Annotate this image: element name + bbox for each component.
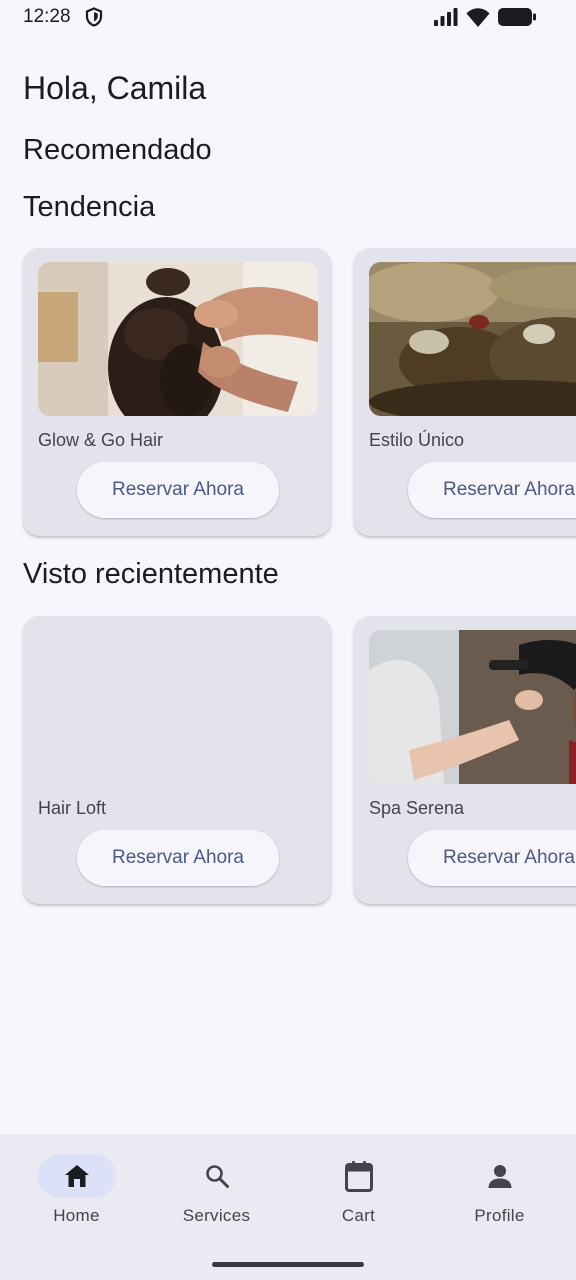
nav-label: Services (182, 1206, 251, 1225)
nav-item-home[interactable]: Home (6, 1134, 147, 1244)
book-now-button[interactable]: Reservar Ahora (408, 830, 576, 886)
salon-image (369, 630, 576, 784)
book-now-button[interactable]: Reservar Ahora (77, 830, 279, 886)
salon-image (38, 262, 318, 416)
status-bar: 12:28 (0, 0, 576, 34)
recent-carousel[interactable]: Hair Loft Reservar Ahora Spa Serena Rese… (0, 616, 576, 916)
person-icon (488, 1165, 511, 1188)
signal-icon (434, 8, 458, 26)
nav-label: Profile (474, 1206, 525, 1225)
nav-label: Home (53, 1206, 100, 1225)
salon-card[interactable]: Glow & Go Hair Reservar Ahora (23, 248, 331, 536)
wifi-icon (466, 7, 490, 27)
salon-name: Glow & Go Hair (38, 430, 164, 450)
section-recent-title: Visto recientemente (23, 558, 279, 590)
section-recommended-title: Recomendado (23, 134, 212, 166)
book-now-button[interactable]: Reservar Ahora (408, 462, 576, 518)
salon-name: Estilo Único (369, 430, 465, 450)
nav-label: Cart (341, 1206, 376, 1225)
trending-carousel[interactable]: Glow & Go Hair Reservar Ahora Estilo Úni… (0, 248, 576, 548)
salon-name: Spa Serena (369, 798, 465, 818)
calendar-icon (344, 1161, 373, 1192)
salon-image (369, 262, 576, 416)
shield-icon (85, 7, 103, 27)
search-icon (205, 1165, 229, 1188)
battery-icon (498, 8, 536, 26)
book-now-button[interactable]: Reservar Ahora (77, 462, 279, 518)
bottom-navigation: Home Services Cart Profile (0, 1134, 576, 1280)
nav-item-profile[interactable]: Profile (429, 1134, 570, 1244)
salon-card[interactable]: Hair Loft Reservar Ahora (23, 616, 331, 904)
section-trending-title: Tendencia (23, 191, 156, 223)
nav-item-services[interactable]: Services (146, 1134, 287, 1244)
salon-name: Hair Loft (38, 798, 107, 818)
status-time: 12:28 (23, 6, 71, 27)
nav-item-cart[interactable]: Cart (288, 1134, 429, 1244)
greeting: Hola, Camila (23, 70, 207, 106)
home-icon (64, 1165, 89, 1187)
home-indicator[interactable] (212, 1262, 364, 1267)
salon-card[interactable]: Estilo Único Reservar Ahora (354, 248, 576, 536)
salon-card[interactable]: Spa Serena Reservar Ahora (354, 616, 576, 904)
